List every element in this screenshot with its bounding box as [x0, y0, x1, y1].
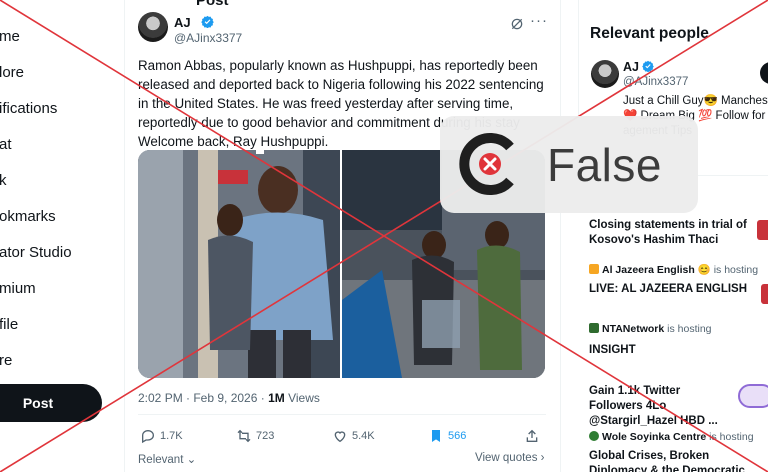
chevron-right-icon: ›: [537, 452, 545, 464]
like-count: 5.4K: [352, 430, 375, 442]
host-name[interactable]: NTANetwork: [602, 323, 664, 335]
nav-item-more[interactable]: re: [0, 352, 12, 369]
grok-icon[interactable]: [510, 17, 524, 31]
tweet-photo[interactable]: [138, 150, 340, 378]
share-icon: [526, 429, 538, 442]
chevron-down-icon: ⌄: [183, 454, 197, 466]
trend-thumbnail: [761, 284, 768, 304]
verified-badge-icon: [642, 60, 654, 72]
trend-item[interactable]: Gain 1.1k Twitter Followers 4Lo @Stargir…: [589, 384, 734, 429]
bookmark-button[interactable]: 566: [428, 428, 466, 444]
nav-item-premium[interactable]: mium: [0, 280, 36, 297]
host-status: is hosting: [706, 431, 754, 443]
repost-icon: [237, 429, 251, 443]
nav-item-creator-studio[interactable]: ator Studio: [0, 244, 72, 261]
space-host: Wole Soyinka Centre is hosting: [589, 431, 754, 443]
nav-item-home[interactable]: me: [0, 28, 20, 45]
photo-illustration: [138, 150, 340, 378]
host-status: is hosting: [664, 323, 712, 335]
trend-item[interactable]: INSIGHT: [589, 343, 757, 358]
nav-item-chat[interactable]: at: [0, 136, 12, 153]
avatar-group: [738, 384, 768, 408]
reply-count: 1.7K: [160, 430, 183, 442]
nav-item-explore[interactable]: lore: [0, 64, 24, 81]
left-nav: me lore ifications at k okmarks ator Stu…: [0, 0, 126, 472]
share-button[interactable]: [524, 428, 540, 444]
trend-item[interactable]: LIVE: AL JAZEERA ENGLISH: [589, 282, 757, 297]
reply-button[interactable]: 1.7K: [140, 428, 183, 444]
trend-item[interactable]: Closing statements in trial of Kosovo's …: [589, 218, 757, 248]
bookmark-icon: [432, 430, 440, 442]
view-count: 1M: [268, 391, 285, 405]
verified-badge-icon: [201, 15, 214, 28]
person-avatar[interactable]: [591, 60, 619, 88]
reply-sort-dropdown[interactable]: Relevant ⌄: [138, 452, 196, 466]
author-name[interactable]: AJ: [174, 15, 191, 30]
column-divider: [124, 0, 125, 472]
heart-icon: [334, 431, 346, 443]
reply-icon: [142, 429, 155, 444]
nav-item-bookmarks[interactable]: okmarks: [0, 208, 56, 225]
nav-item-grok[interactable]: k: [0, 172, 7, 189]
space-host: NTANetwork is hosting: [589, 323, 712, 335]
like-button[interactable]: 5.4K: [332, 428, 375, 444]
host-emoji: 😊: [694, 264, 711, 276]
fact-check-logo-icon: [459, 133, 514, 195]
repost-count: 723: [256, 430, 275, 442]
views-label: Views: [284, 391, 320, 405]
view-quotes-label: View quotes: [475, 452, 538, 464]
fact-check-verdict-badge: False: [440, 116, 698, 213]
nav-item-notifications[interactable]: ifications: [0, 100, 57, 117]
relevant-people-title: Relevant people: [590, 25, 709, 42]
page-title: Post: [196, 0, 229, 9]
author-handle[interactable]: @AJinx3377: [174, 31, 242, 45]
repost-button[interactable]: 723: [236, 428, 274, 444]
host-name[interactable]: Al Jazeera English: [602, 264, 695, 276]
aljazeera-logo-icon: [589, 264, 599, 274]
author-avatar[interactable]: [138, 12, 168, 42]
nav-item-profile[interactable]: file: [0, 316, 18, 333]
bookmark-count: 566: [448, 430, 467, 442]
sort-label: Relevant: [138, 454, 184, 466]
centre-logo-icon: [589, 431, 599, 441]
more-options-icon[interactable]: ···: [530, 12, 548, 29]
tweet-meta: 2:02 PM · Feb 9, 2026 · 1M Views: [138, 391, 320, 405]
view-quotes-link[interactable]: View quotes ›: [475, 452, 544, 464]
host-name[interactable]: Wole Soyinka Centre: [602, 431, 706, 443]
post-button[interactable]: Post: [0, 384, 102, 422]
person-handle[interactable]: @AJinx3377: [623, 76, 688, 88]
person-name[interactable]: AJ: [623, 60, 639, 74]
space-host: Al Jazeera English 😊 is hosting: [589, 263, 758, 276]
screenshot: me lore ifications at k okmarks ator Stu…: [0, 0, 768, 472]
bio-line: Just a Chill Guy😎 Mancheste: [623, 95, 768, 107]
tweet-timestamp[interactable]: 2:02 PM · Feb 9, 2026 ·: [138, 391, 268, 405]
trend-thumbnail: [757, 220, 768, 240]
nta-logo-icon: [589, 323, 599, 333]
verdict-label: False: [547, 139, 662, 191]
column-divider: [560, 0, 561, 472]
trend-item[interactable]: Global Crises, Broken Diplomacy & the De…: [589, 449, 757, 472]
host-status: is hosting: [710, 264, 759, 276]
divider: [138, 414, 546, 415]
